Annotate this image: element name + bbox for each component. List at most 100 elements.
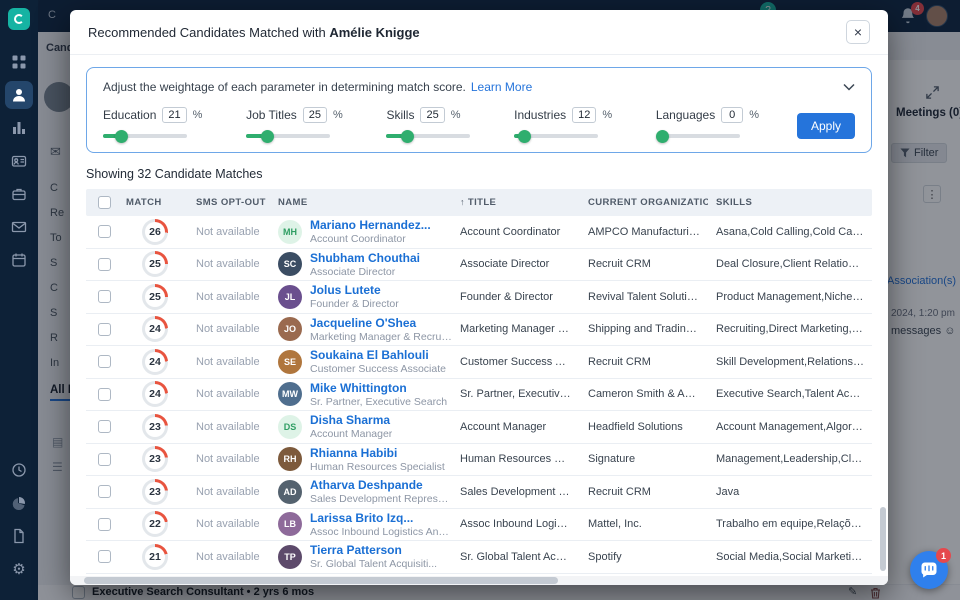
column-match[interactable]: MATCH xyxy=(122,197,188,208)
match-score-value: 21 xyxy=(145,547,165,567)
table-row[interactable]: 24 Not available SE Soukaina El Bahlouli… xyxy=(86,346,872,379)
candidate-subtitle: Sr. Partner, Executive Search xyxy=(310,396,447,408)
candidate-name-link[interactable]: Mike Whittington xyxy=(310,381,447,395)
table-row[interactable]: 25 Not available SC Shubham Chouthai Ass… xyxy=(86,249,872,282)
column-current-organization[interactable]: CURRENT ORGANIZATION xyxy=(580,197,708,208)
table-row[interactable]: 23 Not available DS Disha Sharma Account… xyxy=(86,411,872,444)
row-checkbox[interactable] xyxy=(98,290,111,303)
candidate-name-link[interactable]: Mariano Hernandez... xyxy=(310,218,431,232)
candidate-name-link[interactable]: Tierra Patterson xyxy=(310,543,437,557)
param-label: Education xyxy=(103,108,156,122)
candidate-name-link[interactable]: Shubham Chouthai xyxy=(310,251,420,265)
sidebar-item-activities[interactable] xyxy=(5,456,33,484)
sms-opt-out-status: Not available xyxy=(188,486,270,498)
table-row[interactable]: 26 Not available MH Mariano Hernandez...… xyxy=(86,216,872,249)
param-slider[interactable] xyxy=(514,134,598,138)
row-checkbox[interactable] xyxy=(98,550,111,563)
candidate-title: Human Resources Special... xyxy=(452,453,580,465)
sidebar-item-reports[interactable] xyxy=(5,489,33,517)
table-row[interactable]: 22 Not available LB Larissa Brito Izq...… xyxy=(86,509,872,542)
sidebar-item-apps[interactable] xyxy=(5,48,33,76)
row-checkbox[interactable] xyxy=(98,225,111,238)
row-checkbox[interactable] xyxy=(98,323,111,336)
match-score-ring: 22 xyxy=(142,511,168,537)
vertical-scrollbar[interactable] xyxy=(880,507,886,571)
horizontal-scrollbar[interactable] xyxy=(70,576,888,585)
sidebar-item-companies[interactable] xyxy=(5,114,33,142)
param-slider-knob[interactable] xyxy=(401,130,414,143)
param-slider-knob[interactable] xyxy=(518,130,531,143)
candidate-organization: Recruit CRM xyxy=(580,258,708,270)
candidate-organization: Recruit CRM xyxy=(580,486,708,498)
param-slider-knob[interactable] xyxy=(656,130,669,143)
sidebar-item-contacts[interactable] xyxy=(5,147,33,175)
candidate-name-link[interactable]: Disha Sharma xyxy=(310,413,392,427)
candidate-name-link[interactable]: Jacqueline O'Shea xyxy=(310,316,452,330)
row-checkbox[interactable] xyxy=(98,420,111,433)
row-checkbox[interactable] xyxy=(98,453,111,466)
candidate-title: Account Manager xyxy=(452,421,580,433)
chat-badge: 1 xyxy=(936,548,951,563)
table-row[interactable]: 24 Not available JO Jacqueline O'Shea Ma… xyxy=(86,314,872,347)
candidate-avatar: DS xyxy=(278,415,302,439)
table-row[interactable]: 24 Not available MW Mike Whittington Sr.… xyxy=(86,379,872,412)
app-logo[interactable] xyxy=(8,8,30,30)
row-checkbox[interactable] xyxy=(98,258,111,271)
param-slider-knob[interactable] xyxy=(261,130,274,143)
param-value-input[interactable]: 0 xyxy=(721,107,743,123)
candidate-subtitle: Marketing Manager & Recruit... xyxy=(310,331,452,343)
row-checkbox[interactable] xyxy=(98,518,111,531)
close-button[interactable]: × xyxy=(846,20,870,44)
candidate-name-link[interactable]: Atharva Deshpande xyxy=(310,478,452,492)
match-score-ring: 23 xyxy=(142,446,168,472)
row-checkbox[interactable] xyxy=(98,355,111,368)
param-value-input[interactable]: 12 xyxy=(572,107,596,123)
sidebar-item-candidates[interactable] xyxy=(5,81,33,109)
param-slider-knob[interactable] xyxy=(115,130,128,143)
param-slider[interactable] xyxy=(386,134,470,138)
table-row[interactable]: 23 Not available RH Rhianna Habibi Human… xyxy=(86,444,872,477)
candidate-name-link[interactable]: Jolus Lutete xyxy=(310,283,399,297)
param-slider[interactable] xyxy=(103,134,187,138)
chevron-down-icon[interactable] xyxy=(843,83,855,91)
sidebar-item-calendar[interactable] xyxy=(5,246,33,274)
match-score-ring: 25 xyxy=(142,284,168,310)
candidate-subtitle: Sales Development Represent... xyxy=(310,493,452,505)
sms-opt-out-status: Not available xyxy=(188,258,270,270)
param-slider[interactable] xyxy=(656,134,740,138)
sidebar-item-email[interactable] xyxy=(5,213,33,241)
match-score-ring: 24 xyxy=(142,349,168,375)
table-row[interactable]: 25 Not available JL Jolus Lutete Founder… xyxy=(86,281,872,314)
candidate-skills: Skill Development,Relationship Develo... xyxy=(708,356,872,368)
chat-launcher-button[interactable]: 1 xyxy=(910,551,948,589)
param-value-input[interactable]: 25 xyxy=(420,107,444,123)
param-value-input[interactable]: 25 xyxy=(303,107,327,123)
column-title[interactable]: ↑TITLE xyxy=(452,197,580,208)
candidate-name-link[interactable]: Soukaina El Bahlouli xyxy=(310,348,446,362)
column-name[interactable]: NAME xyxy=(270,197,452,208)
candidate-name-link[interactable]: Larissa Brito Izq... xyxy=(310,511,452,525)
sidebar-item-documents[interactable] xyxy=(5,522,33,550)
table-row[interactable]: 21 Not available TP Tierra Patterson Sr.… xyxy=(86,541,872,574)
sidebar-item-settings[interactable]: ⚙ xyxy=(5,555,33,583)
match-score-value: 23 xyxy=(145,449,165,469)
weightage-panel: Adjust the weightage of each parameter i… xyxy=(86,67,872,153)
candidate-title: Customer Success Associ... xyxy=(452,356,580,368)
match-score-value: 24 xyxy=(145,319,165,339)
candidate-title: Sr. Partner, Executive Sear... xyxy=(452,388,580,400)
param-value-input[interactable]: 21 xyxy=(162,107,186,123)
horizontal-scrollbar-thumb[interactable] xyxy=(84,577,558,584)
table-row[interactable]: 23 Not available AD Atharva Deshpande Sa… xyxy=(86,476,872,509)
learn-more-link[interactable]: Learn More xyxy=(471,80,532,94)
apply-button[interactable]: Apply xyxy=(797,113,855,139)
row-checkbox[interactable] xyxy=(98,485,111,498)
param-slider[interactable] xyxy=(246,134,330,138)
sidebar-item-jobs[interactable] xyxy=(5,180,33,208)
candidate-name-link[interactable]: Rhianna Habibi xyxy=(310,446,445,460)
column-sms-opt-out[interactable]: SMS OPT-OUT xyxy=(188,197,270,208)
modal-header: Recommended Candidates Matched with Amél… xyxy=(70,10,888,55)
select-all-checkbox[interactable] xyxy=(98,196,111,209)
sms-opt-out-status: Not available xyxy=(188,291,270,303)
row-checkbox[interactable] xyxy=(98,388,111,401)
column-skills[interactable]: SKILLS xyxy=(708,197,872,208)
